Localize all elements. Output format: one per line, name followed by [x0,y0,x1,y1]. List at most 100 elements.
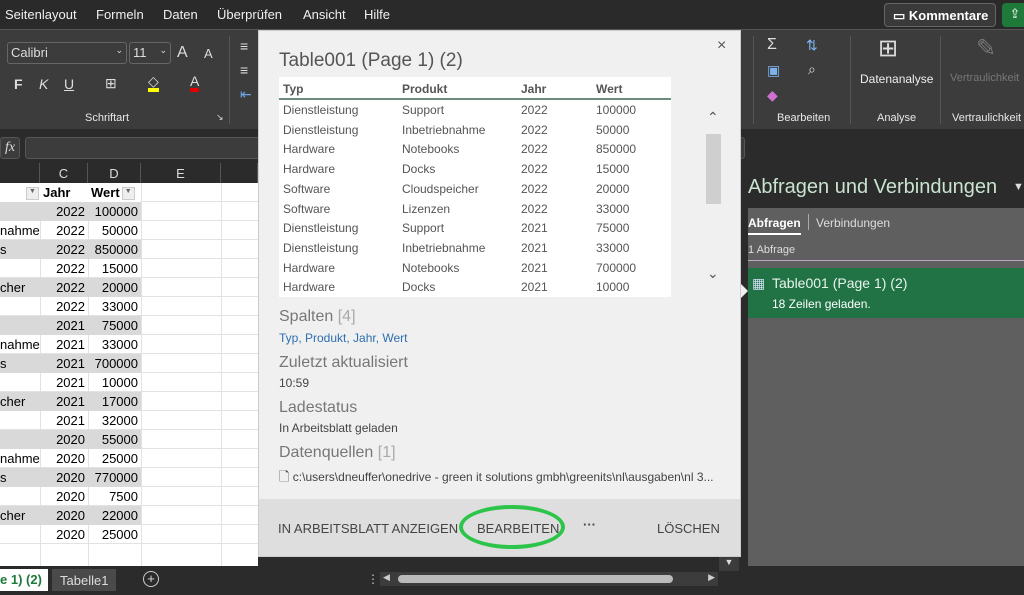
cell[interactable] [0,411,40,430]
cell[interactable]: cher [0,392,40,411]
share-button[interactable]: ⇪ [1002,3,1024,27]
cell[interactable]: 2021 [40,335,88,354]
cell[interactable]: 2022 [40,278,88,297]
italic-button[interactable]: K [39,76,48,92]
cell[interactable]: 2020 [40,525,88,544]
cell[interactable] [0,525,40,544]
add-sheet-icon[interactable]: + [143,571,159,587]
cell[interactable]: 2022 [40,259,88,278]
scroll-right-icon[interactable]: ▶ [708,572,715,583]
menu-ueberpruefen[interactable]: Überprüfen [217,7,282,22]
dialog-launcher-icon[interactable]: ↘ [216,112,224,123]
preview-scrollbar-thumb[interactable] [706,134,721,204]
horizontal-scrollbar[interactable]: ◀ ▶ [380,572,718,586]
filter-dropdown-icon[interactable]: ▼ [121,187,135,201]
function-icon[interactable]: fx [0,137,20,159]
borders-icon[interactable]: ⊞ [105,75,117,92]
cell[interactable]: nahme [0,335,40,354]
font-color-icon[interactable]: A [190,74,200,92]
cell[interactable]: ▼ [0,183,40,202]
autosum-icon[interactable]: Σ [767,36,777,54]
cell[interactable]: 850000 [88,240,141,259]
cell[interactable]: 75000 [88,316,141,335]
cell[interactable]: 2020 [40,449,88,468]
indent-icon[interactable]: ⇤ [240,86,252,103]
cell[interactable]: 55000 [88,430,141,449]
cell[interactable]: 17000 [88,392,141,411]
column-header-c[interactable]: C [40,163,88,183]
sheet-tab-tabelle1[interactable]: Tabelle1 [52,569,116,591]
cell[interactable]: 33000 [88,297,141,316]
menu-formeln[interactable]: Formeln [96,7,144,22]
show-in-worksheet-button[interactable]: IN ARBEITSBLATT ANZEIGEN [278,521,458,536]
bold-button[interactable]: F [14,76,23,92]
sheet-tab-active[interactable]: e 1) (2) [0,569,48,591]
menu-ansicht[interactable]: Ansicht [303,7,346,22]
cell[interactable]: nahme [0,221,40,240]
align-middle-icon[interactable]: ≡ [240,62,248,78]
menu-daten[interactable]: Daten [163,7,198,22]
underline-button[interactable]: U [64,76,74,92]
cell[interactable] [0,316,40,335]
scroll-down-icon[interactable]: ▼ [719,557,739,571]
grow-font-icon[interactable]: A [177,44,188,62]
cell[interactable]: 2022 [40,240,88,259]
cell[interactable]: 20000 [88,278,141,297]
cell[interactable]: 2020 [40,487,88,506]
cell[interactable]: cher [0,278,40,297]
cell[interactable]: 2020 [40,506,88,525]
tab-abfragen[interactable]: Abfragen [748,216,801,235]
cell[interactable]: Jahr▼ [40,183,88,216]
cell[interactable]: s [0,468,40,487]
cell[interactable]: 15000 [88,259,141,278]
cell[interactable]: 2020 [40,468,88,487]
fill-icon[interactable]: ▣ [767,62,780,79]
tab-verbindungen[interactable]: Verbindungen [816,216,890,230]
cell[interactable]: 2022 [40,221,88,240]
cell[interactable]: cher [0,506,40,525]
cell[interactable]: 2022 [40,202,88,221]
font-size-select[interactable]: 11 ⌄ [129,42,171,64]
cell[interactable] [0,202,40,221]
cell[interactable]: 2021 [40,373,88,392]
menu-hilfe[interactable]: Hilfe [364,7,390,22]
align-top-icon[interactable]: ≡ [240,38,248,54]
cell[interactable] [0,259,40,278]
cell[interactable] [0,487,40,506]
cell[interactable]: 2022 [40,297,88,316]
cell[interactable]: s [0,354,40,373]
column-header-f[interactable] [221,163,258,183]
cell[interactable]: 770000 [88,468,141,487]
menu-seitenlayout[interactable]: Seitenlayout [5,7,77,22]
cell[interactable]: 2021 [40,411,88,430]
kommentare-button[interactable]: ▭ Kommentare [884,3,996,27]
cell[interactable]: Wert ▼ [88,183,141,202]
cell[interactable]: 100000 [88,202,141,221]
spalten-list[interactable]: Typ, Produkt, Jahr, Wert [279,331,408,345]
query-item[interactable]: ▦ Table001 (Page 1) (2) 18 Zeilen gelade… [748,268,1024,318]
cell[interactable]: 50000 [88,221,141,240]
cell[interactable]: 700000 [88,354,141,373]
scrollbar-thumb[interactable] [398,575,673,583]
highlight-color-icon[interactable]: ◇ [148,74,159,92]
cell[interactable]: 33000 [88,335,141,354]
close-icon[interactable]: × [717,37,726,55]
shrink-font-icon[interactable]: A [204,46,213,61]
column-header-b[interactable] [0,163,40,183]
cell[interactable]: 25000 [88,525,141,544]
cell[interactable] [0,297,40,316]
sort-filter-icon[interactable]: ⇅ [806,37,818,54]
chevron-up-icon[interactable]: ⌃ [707,109,719,126]
cell[interactable]: 2021 [40,392,88,411]
font-name-select[interactable]: Calibri ⌄ [7,42,127,64]
tab-splitter-handle[interactable]: ⋮ [367,572,379,586]
column-header-d[interactable]: D [88,163,141,183]
cell[interactable]: 2020 [40,430,88,449]
cell[interactable]: 2021 [40,316,88,335]
clear-icon[interactable]: ◆ [767,87,778,104]
cell[interactable]: nahme [0,449,40,468]
worksheet-grid[interactable]: ▼ Jahr▼ Wert▼ 2022100000nahme202250000s2… [0,183,258,566]
cell[interactable] [0,430,40,449]
datenanalyse-button[interactable]: ⊞ Datenanalyse [858,34,933,94]
cell[interactable] [0,373,40,392]
